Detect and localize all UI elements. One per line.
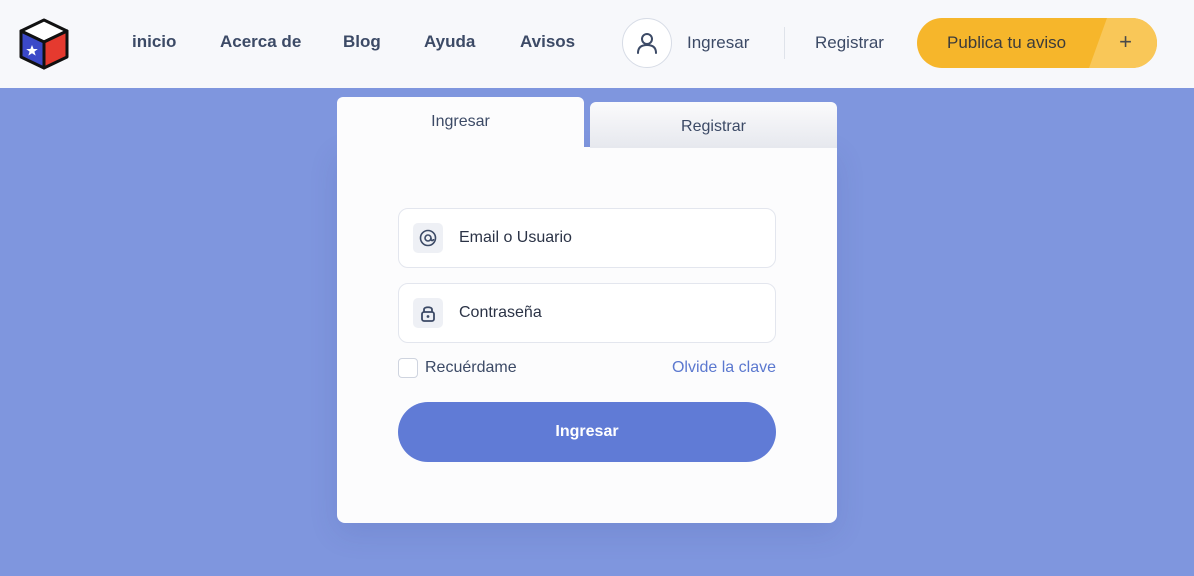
password-placeholder: Contraseña: [459, 304, 542, 321]
login-submit-button[interactable]: Ingresar: [398, 402, 776, 462]
password-field[interactable]: Contraseña: [398, 283, 776, 343]
nav-acerca-de[interactable]: Acerca de: [220, 32, 301, 52]
email-placeholder: Email o Usuario: [459, 229, 572, 246]
header-login-link[interactable]: Ingresar: [687, 33, 749, 53]
header-divider: [784, 27, 785, 59]
publish-ad-label: Publica tu aviso: [947, 33, 1067, 52]
nav-blog[interactable]: Blog: [343, 32, 381, 52]
user-icon: [637, 33, 657, 54]
header-register-link[interactable]: Registrar: [815, 33, 884, 53]
cube-logo-icon[interactable]: [18, 17, 70, 71]
user-avatar-button[interactable]: [622, 18, 672, 68]
forgot-password-link[interactable]: Olvide la clave: [672, 359, 776, 377]
lock-icon: [413, 298, 443, 328]
login-card: Email o Usuario Contraseña Recuérdame Ol…: [337, 147, 837, 523]
remember-label: Recuérdame: [425, 359, 517, 376]
tab-register[interactable]: Registrar: [590, 102, 837, 148]
tab-login[interactable]: Ingresar: [337, 97, 584, 157]
remember-checkbox[interactable]: [398, 358, 418, 378]
plus-icon: +: [1119, 29, 1132, 54]
tab-login-label: Ingresar: [431, 113, 490, 130]
nav-inicio[interactable]: inicio: [132, 32, 176, 52]
email-field[interactable]: Email o Usuario: [398, 208, 776, 268]
publish-ad-button[interactable]: Publica tu aviso +: [917, 18, 1157, 68]
nav-ayuda[interactable]: Ayuda: [424, 32, 475, 52]
at-sign-icon: [413, 223, 443, 253]
nav-avisos[interactable]: Avisos: [520, 32, 575, 52]
login-submit-label: Ingresar: [555, 423, 619, 440]
tab-register-label: Registrar: [681, 118, 746, 135]
top-header: inicio Acerca de Blog Ayuda Avisos Ingre…: [0, 0, 1194, 88]
